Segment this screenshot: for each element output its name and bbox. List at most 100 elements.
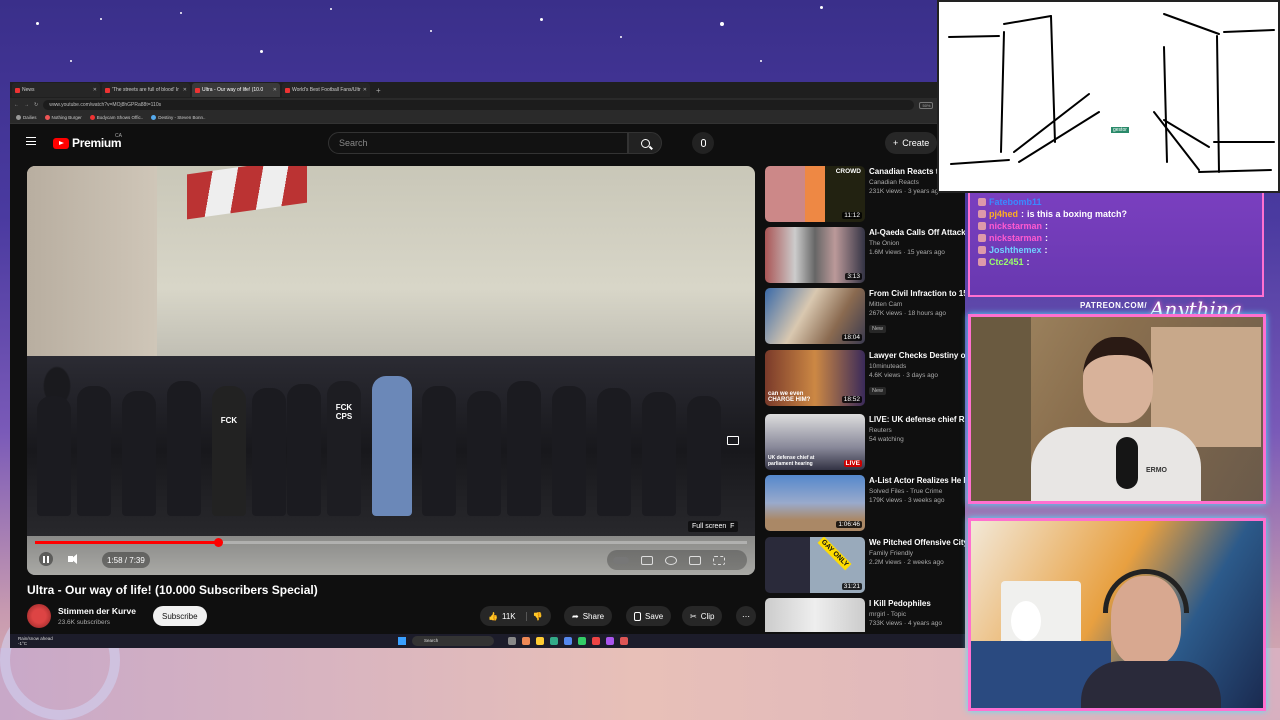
list-item[interactable]: GAY ONLY31:21 We Pitched Offensive City … (765, 537, 965, 593)
save-button[interactable]: Save (626, 606, 672, 626)
clip-button[interactable]: ✂ Clip (682, 606, 723, 626)
thumbs-up-icon[interactable]: 👍 (488, 612, 498, 621)
microphone-icon (700, 139, 706, 147)
new-badge: New (869, 325, 887, 333)
new-tab-button[interactable]: + (372, 86, 385, 95)
progress-bar[interactable] (35, 538, 747, 547)
captions-icon[interactable] (641, 555, 653, 565)
tab-streets[interactable]: 'The streets are full of blood' Ir ✕ (102, 83, 190, 97)
bookmark-destiny[interactable]: Destiny - Steven Bonn.. (151, 115, 206, 120)
hamburger-menu-icon[interactable] (26, 137, 36, 145)
video-thumbnail[interactable]: 3:13 (765, 227, 865, 283)
search-icon (640, 138, 650, 148)
video-thumbnail[interactable]: UK defense chief at parliament hearing LI… (765, 414, 865, 470)
video-thumbnail[interactable]: CROWD 11:12 (765, 166, 865, 222)
rec-channel[interactable]: Mitten Cam (869, 301, 965, 308)
list-item[interactable]: 3:13 Al-Qaeda Calls Off Attack On Nation… (765, 227, 965, 283)
task-view-icon[interactable] (508, 637, 516, 645)
chrome-icon[interactable] (592, 637, 600, 645)
tab-ultra[interactable]: Ultra - Our way of life! (10.0 ✕ (192, 83, 280, 97)
windows-start-icon[interactable] (398, 637, 406, 645)
drawing-canvas: gestor (937, 0, 1280, 193)
new-badge: New (869, 387, 887, 395)
tab-bar: News ✕ 'The streets are full of blood' Ir… (10, 82, 965, 98)
rec-channel[interactable]: Family Friendly (869, 550, 965, 557)
rec-channel[interactable]: 10minuteads (869, 363, 965, 370)
share-button[interactable]: ➦ Share (564, 606, 613, 626)
volume-icon[interactable] (67, 552, 81, 566)
tab-football-fans[interactable]: World's Best Football Fans/Ultr ✕ (282, 83, 370, 97)
rec-channel[interactable]: Solved Files - True Crime (869, 488, 965, 495)
more-actions-button[interactable]: ⋯ (736, 606, 756, 626)
rec-title[interactable]: LIVE: UK defense chief Ri Knighton at pa… (869, 414, 965, 425)
video-title: Ultra - Our way of life! (10.000 Subscri… (27, 583, 318, 597)
back-icon[interactable]: ← (14, 102, 19, 108)
video-thumbnail[interactable] (765, 598, 865, 632)
bookmark-dailies[interactable]: Dailies (16, 115, 37, 120)
channel-name[interactable]: Stimmen der Kurve (58, 606, 136, 616)
rec-channel[interactable]: The Onion (869, 240, 965, 247)
fullscreen-icon[interactable] (713, 555, 725, 565)
close-icon[interactable]: ✕ (93, 87, 97, 93)
zoom-indicator[interactable]: 50% (919, 101, 934, 109)
list-item[interactable]: can we even CHARGE HIM? 18:52 Lawyer Chec… (765, 350, 965, 406)
close-icon[interactable]: ✕ (183, 87, 187, 93)
video-thumbnail[interactable]: 18:04 (765, 288, 865, 344)
like-count[interactable]: 11K (502, 612, 516, 621)
plus-icon: + (893, 138, 899, 148)
rec-channel[interactable]: Reuters (869, 427, 965, 434)
search-button[interactable] (628, 132, 662, 154)
list-item[interactable]: 18:04 From Civil Infraction to 15 in Pri… (765, 288, 965, 344)
miniplayer-icon[interactable] (727, 436, 739, 445)
rec-title[interactable]: We Pitched Offensive City To Locals (aga… (869, 537, 965, 548)
thumbs-down-icon[interactable]: 👎 (525, 611, 543, 621)
rec-title[interactable]: Al-Qaeda Calls Off Attack On Nation's Ca… (869, 227, 965, 238)
theater-mode-icon[interactable] (689, 555, 701, 565)
rec-title[interactable]: Lawyer Checks Destiny on Legality of the… (869, 350, 965, 361)
app-icon[interactable] (578, 637, 586, 645)
subscriber-count: 23.6K subscribers (58, 619, 111, 626)
taskbar-search-input[interactable]: Search (412, 636, 494, 646)
bookmark-bodycam[interactable]: Bodycam Shows Offic.. (89, 115, 143, 120)
chat-message: Ctc2451: (978, 257, 1254, 267)
subscribe-button[interactable]: Subscribe (153, 606, 207, 626)
channel-avatar[interactable] (27, 604, 51, 628)
youtube-logo[interactable]: Premium CA (53, 133, 122, 150)
list-item[interactable]: 1:06:46 A-List Actor Realizes He Murdere… (765, 475, 965, 531)
tab-news[interactable]: News ✕ (12, 83, 100, 97)
weather-widget[interactable]: Rain/snow ahead -1°C (18, 636, 53, 646)
settings-gear-icon[interactable] (665, 555, 677, 565)
video-thumbnail[interactable]: can we even CHARGE HIM? 18:52 (765, 350, 865, 406)
video-thumbnail[interactable]: 1:06:46 (765, 475, 865, 531)
close-icon[interactable]: ✕ (363, 87, 367, 93)
video-player[interactable]: FCK FCK CPS Full screen F 1:58 / 7:39 (27, 166, 755, 575)
stream-chat: Fatebomb11 pj4hed: is this a boxing match… (968, 193, 1264, 297)
create-button[interactable]: + Create (885, 132, 938, 154)
list-item[interactable]: I Kill Pedophiles mrgirl - Topic 733K view… (765, 598, 965, 632)
autoplay-toggle[interactable] (613, 556, 629, 564)
video-thumbnail[interactable]: GAY ONLY 31:21 (765, 537, 865, 593)
bookmark-nothing-burger[interactable]: Nothing Burger (44, 115, 82, 120)
search-input[interactable]: Search (328, 132, 628, 154)
progress-scrubber[interactable] (213, 538, 223, 547)
forward-icon[interactable]: → (24, 102, 29, 108)
patreon-text: PATREON.COM/ (1080, 301, 1148, 310)
file-explorer-icon[interactable] (536, 637, 544, 645)
app-icon[interactable] (550, 637, 558, 645)
address-input[interactable]: www.youtube.com/watch?v=MOj8hGPRa88t=110… (43, 100, 915, 110)
rec-title[interactable]: A-List Actor Realizes He Murdered Direct… (869, 475, 965, 486)
obs-icon[interactable] (606, 637, 614, 645)
rec-title[interactable]: From Civil Infraction to 15 in Prison (869, 288, 965, 299)
voice-search-button[interactable] (692, 132, 714, 154)
discord-icon[interactable] (564, 637, 572, 645)
rec-meta: 267K views · 18 hours ago (869, 310, 946, 317)
close-icon[interactable]: ✕ (273, 87, 277, 93)
list-item[interactable]: CROWD11:12 Canadian Reacts to ULTRA'S WA… (765, 166, 965, 222)
browser-app-icon[interactable] (522, 637, 530, 645)
rec-channel[interactable]: mrgirl - Topic (869, 611, 965, 618)
rec-title[interactable]: I Kill Pedophiles (869, 598, 965, 609)
app-icon[interactable] (620, 637, 628, 645)
reload-icon[interactable]: ↻ (34, 102, 38, 108)
pause-button[interactable] (39, 552, 53, 566)
list-item[interactable]: UK defense chief at parliament hearing LI… (765, 414, 965, 470)
